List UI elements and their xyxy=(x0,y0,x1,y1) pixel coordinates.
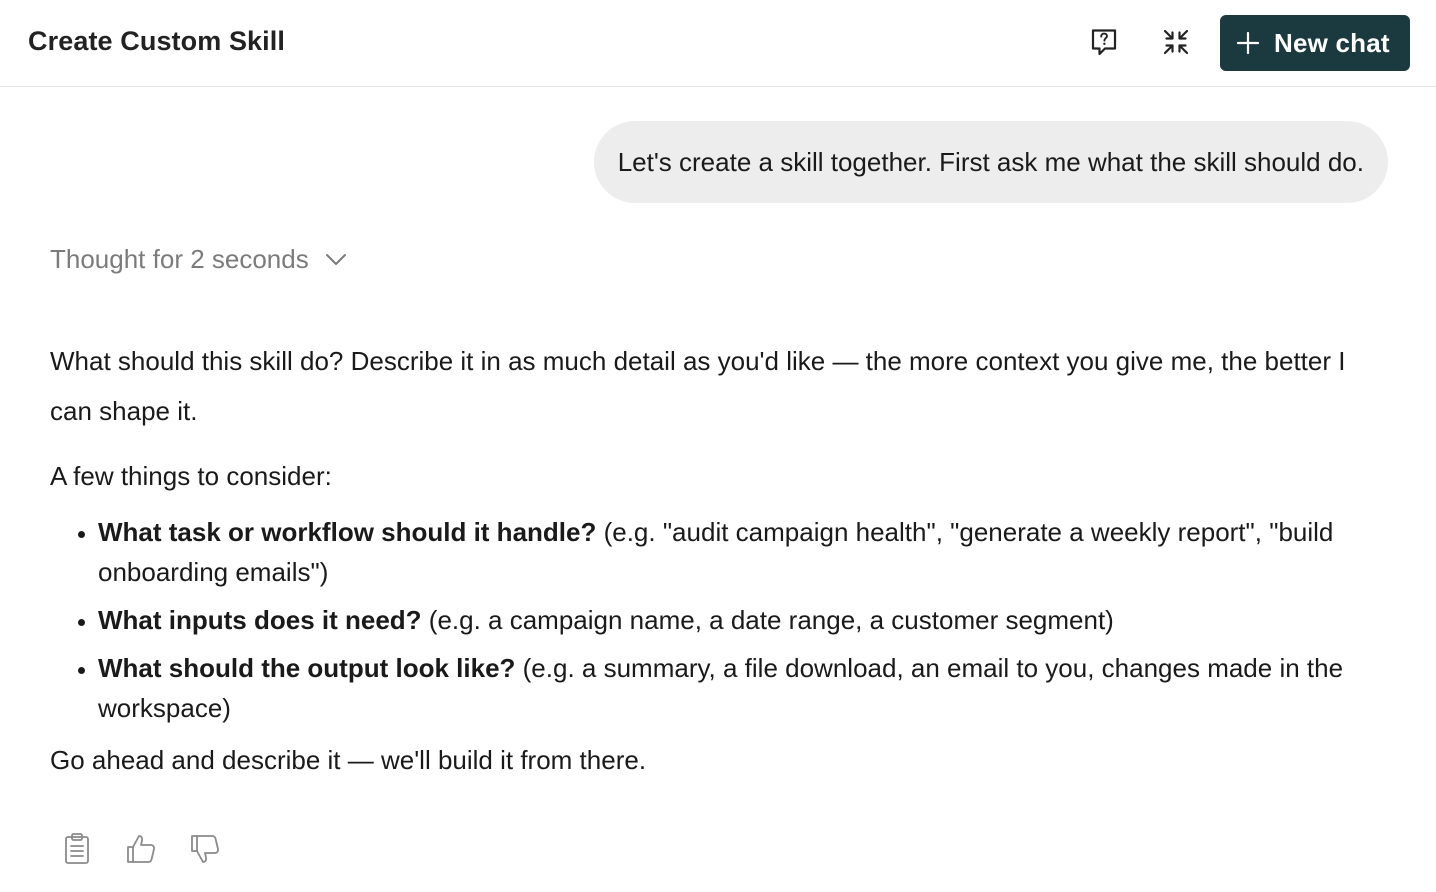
answer-intro: What should this skill do? Describe it i… xyxy=(50,346,1346,426)
header-bar: Create Custom Skill New chat xyxy=(0,0,1436,87)
collapse-button[interactable] xyxy=(1154,22,1198,66)
list-item-bold: What task or workflow should it handle? xyxy=(98,517,597,547)
message-actions xyxy=(60,832,222,871)
list-item-text: (e.g. a campaign name, a date range, a c… xyxy=(421,605,1114,635)
clipboard-copy-icon xyxy=(62,832,92,871)
answer-consider: A few things to consider: xyxy=(50,461,332,491)
user-message-bubble: Let's create a skill together. First ask… xyxy=(593,121,1388,203)
list-item-bold: What should the output look like? xyxy=(98,653,516,683)
assistant-answer: What should this skill do? Describe it i… xyxy=(50,336,1370,784)
page-title: Create Custom Skill xyxy=(28,26,285,56)
copy-button[interactable] xyxy=(60,832,94,871)
collapse-icon xyxy=(1161,27,1191,62)
list-item-bold: What inputs does it need? xyxy=(98,605,422,635)
thumbs-down-icon xyxy=(189,833,221,870)
feedback-button[interactable] xyxy=(1082,22,1126,66)
thumbs-up-button[interactable] xyxy=(124,834,158,868)
thought-toggle[interactable]: Thought for 2 seconds xyxy=(50,244,347,275)
list-item: What task or workflow should it handle? … xyxy=(98,512,1370,592)
list-item: What should the output look like? (e.g. … xyxy=(98,648,1370,728)
thought-label: Thought for 2 seconds xyxy=(50,244,309,274)
plus-icon xyxy=(1236,31,1260,55)
list-item: What inputs does it need? (e.g. a campai… xyxy=(98,600,1370,640)
thumbs-down-button[interactable] xyxy=(188,834,222,868)
new-chat-label: New chat xyxy=(1274,27,1390,58)
thumbs-up-icon xyxy=(125,833,157,870)
consider-list: What task or workflow should it handle? … xyxy=(50,512,1370,728)
answer-closing: Go ahead and describe it — we'll build i… xyxy=(50,745,647,775)
chevron-down-icon xyxy=(325,253,347,267)
new-chat-button[interactable]: New chat xyxy=(1220,15,1410,71)
feedback-question-icon xyxy=(1089,27,1119,62)
